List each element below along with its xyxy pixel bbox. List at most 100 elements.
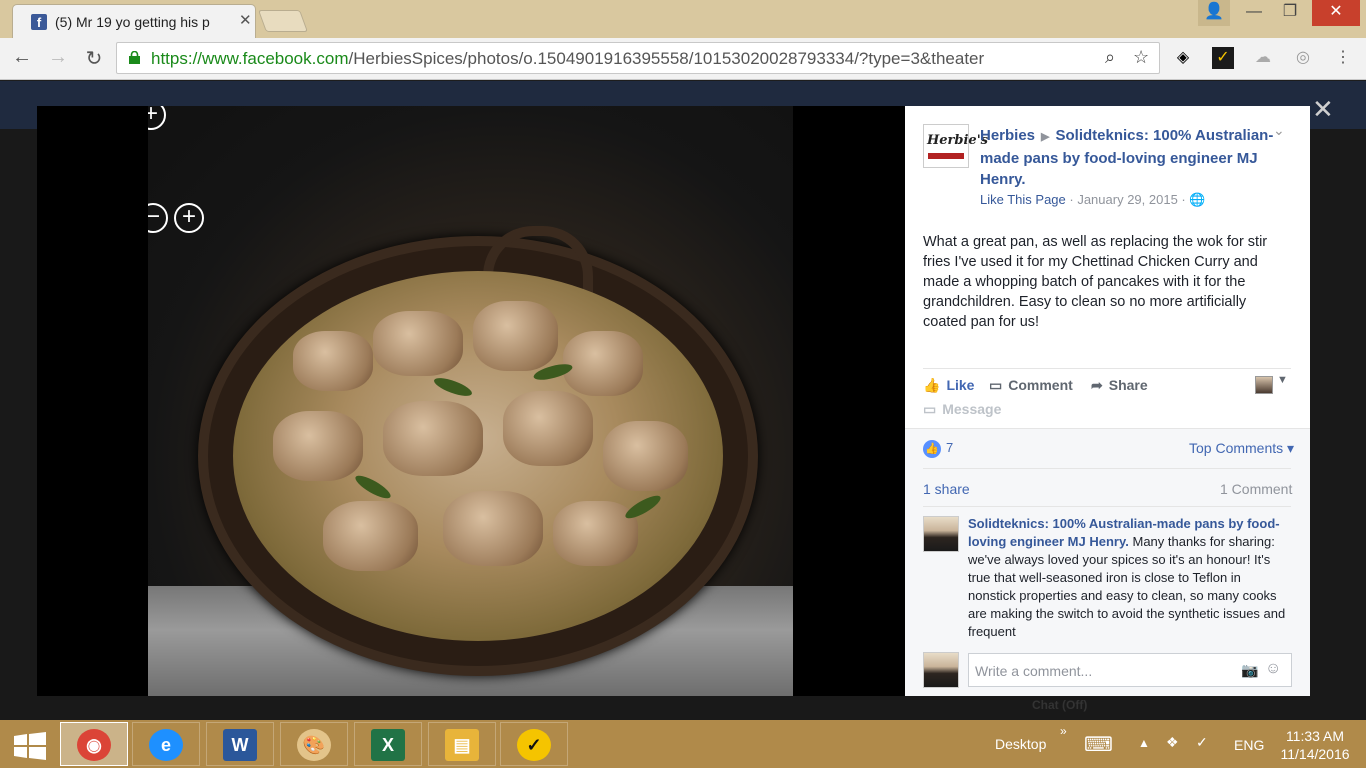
chicken-curry bbox=[233, 271, 723, 641]
user-profile-icon[interactable]: 👤 bbox=[1198, 0, 1230, 26]
share-button[interactable]: ➦ Share bbox=[1091, 377, 1148, 394]
back-arrow-icon[interactable]: ← bbox=[10, 46, 34, 69]
comment-label: Comment bbox=[1008, 377, 1073, 393]
post-header-title: Herbies ▶ Solidteknics: 100% Australian-ma… bbox=[980, 125, 1280, 190]
emoji-icon[interactable]: ☺ bbox=[1265, 660, 1281, 678]
chat-status[interactable]: Chat (Off) bbox=[1032, 698, 1087, 712]
post-body-text: What a great pan, as well as replacing t… bbox=[923, 234, 1268, 330]
logo-text: Herbie's bbox=[927, 133, 989, 148]
page-name-link[interactable]: Herbies bbox=[980, 127, 1035, 144]
chicken-piece bbox=[273, 411, 363, 481]
url-text: https://www.facebook.com/HerbiesSpices/p… bbox=[151, 49, 984, 69]
share-arrow-icon: ➦ bbox=[1091, 377, 1103, 393]
zoom-in-icon[interactable]: + bbox=[174, 203, 204, 233]
taskbar-excel[interactable]: X bbox=[354, 722, 422, 766]
chicken-piece bbox=[603, 421, 688, 491]
taskbar-internet-explorer[interactable]: e bbox=[132, 722, 200, 766]
curry-leaf bbox=[432, 374, 474, 400]
globe-icon: 🌐 bbox=[1189, 192, 1206, 207]
chicken-piece bbox=[443, 491, 543, 566]
curry-leaf bbox=[352, 471, 394, 503]
chicken-piece bbox=[323, 501, 418, 571]
page-avatar-logo[interactable]: Herbie's bbox=[923, 124, 988, 168]
minimize-button[interactable]: — bbox=[1236, 0, 1272, 26]
like-button[interactable]: 👍 Like bbox=[923, 377, 974, 394]
chicken-piece bbox=[293, 331, 373, 391]
browser-tab-active[interactable]: f (5) Mr 19 yo getting his p ✕ bbox=[12, 4, 256, 38]
comments-count[interactable]: 1 Comment bbox=[1220, 481, 1292, 497]
comment-bubble-icon: ▭ bbox=[989, 377, 1003, 393]
windows-taskbar: ◉ e W 🎨 X ▤ ✓ Desktop » ⌨ ▲ ❖ ✓ ENG 11:3… bbox=[0, 720, 1366, 768]
message-icon: ▭ bbox=[923, 401, 937, 417]
address-bar[interactable]: https://www.facebook.com/HerbiesSpices/p… bbox=[116, 42, 1160, 74]
post-meta: Like This Page · January 29, 2015 · 🌐 bbox=[980, 192, 1206, 208]
top-comments-dropdown[interactable]: Top Comments ▾ bbox=[1189, 440, 1294, 457]
post-details-panel: Herbie's Herbies ▶ Solidteknics: 100% Aust… bbox=[905, 106, 1310, 696]
norton-extension-icon[interactable]: ✓ bbox=[1212, 47, 1234, 69]
menu-dots-icon[interactable]: ⋮ bbox=[1332, 47, 1354, 69]
zoom-in-icon[interactable]: + bbox=[148, 106, 166, 130]
message-label: Message bbox=[942, 401, 1002, 417]
close-theater-icon[interactable]: ✕ bbox=[1312, 94, 1334, 125]
reload-icon[interactable]: ↻ bbox=[82, 46, 106, 71]
taskbar-paint[interactable]: 🎨 bbox=[280, 722, 348, 766]
clock-time: 11:33 AM bbox=[1285, 728, 1345, 744]
dropbox-icon[interactable]: ❖ bbox=[1166, 734, 1179, 751]
close-window-button[interactable]: ✕ bbox=[1312, 0, 1360, 26]
chevron-double-icon[interactable]: » bbox=[1060, 724, 1067, 738]
desktop-toolbar-label[interactable]: Desktop bbox=[995, 736, 1046, 752]
windows-start-icon[interactable] bbox=[14, 732, 46, 760]
comment-input[interactable]: Write a comment... 📷 ☺ bbox=[968, 653, 1292, 687]
comment-item: Solidteknics: 100% Australian-made pans … bbox=[968, 515, 1288, 641]
likes-count[interactable]: 7 bbox=[946, 440, 953, 455]
chevron-down-icon[interactable]: ⌄ bbox=[1273, 122, 1285, 139]
browser-toolbar: ← → ↻ https://www.facebook.com/HerbiesSp… bbox=[0, 38, 1366, 80]
restore-button[interactable]: ❐ bbox=[1272, 0, 1308, 26]
like-label: Like bbox=[946, 377, 975, 393]
forward-arrow-icon[interactable]: → bbox=[46, 46, 70, 69]
bookmark-star-icon[interactable]: ☆ bbox=[1133, 47, 1149, 68]
taskbar-norton[interactable]: ✓ bbox=[500, 722, 568, 766]
tray-expand-icon[interactable]: ▲ bbox=[1138, 736, 1150, 750]
curry-leaf bbox=[622, 491, 664, 523]
shares-link[interactable]: 1 share bbox=[923, 481, 970, 497]
comment-button[interactable]: ▭ Comment bbox=[989, 377, 1073, 394]
message-button[interactable]: ▭ Message bbox=[923, 401, 1001, 418]
caret-down-icon[interactable]: ▼ bbox=[1277, 374, 1288, 386]
lock-icon bbox=[129, 51, 140, 64]
taskbar-word[interactable]: W bbox=[206, 722, 274, 766]
taskbar-file-explorer[interactable]: ▤ bbox=[428, 722, 496, 766]
divider bbox=[923, 368, 1291, 369]
commenter-avatar[interactable] bbox=[923, 516, 959, 552]
cloud-extension-icon[interactable]: ☁ bbox=[1252, 47, 1274, 69]
folder-icon: ▤ bbox=[445, 729, 479, 761]
chicken-piece bbox=[553, 501, 638, 566]
search-icon[interactable]: ⌕ bbox=[1105, 47, 1115, 68]
url-path: /HerbiesSpices/photos/o.1504901916395558… bbox=[348, 49, 985, 68]
new-tab-button[interactable] bbox=[257, 10, 309, 32]
circle-extension-icon[interactable]: ◎ bbox=[1292, 47, 1314, 69]
camera-icon[interactable]: 📷 bbox=[1241, 662, 1258, 679]
chicken-piece bbox=[563, 331, 643, 396]
current-user-avatar bbox=[923, 652, 959, 688]
system-clock[interactable]: 11:33 AM 11/14/2016 bbox=[1272, 727, 1358, 763]
like-page-link[interactable]: Like This Page bbox=[980, 192, 1066, 207]
norton-tray-icon[interactable]: ✓ bbox=[1196, 734, 1208, 751]
zoom-out-icon[interactable]: − bbox=[148, 203, 168, 233]
profile-avatar-small[interactable] bbox=[1255, 376, 1273, 394]
tab-close-icon[interactable]: ✕ bbox=[239, 11, 252, 29]
clock-date: 11/14/2016 bbox=[1280, 746, 1350, 762]
language-indicator[interactable]: ENG bbox=[1234, 737, 1264, 753]
chrome-icon: ◉ bbox=[77, 729, 111, 761]
layers-extension-icon[interactable]: ◈ bbox=[1172, 47, 1194, 69]
taskbar-chrome[interactable]: ◉ bbox=[60, 722, 128, 766]
meta-separator: · bbox=[1065, 192, 1078, 207]
word-icon: W bbox=[223, 729, 257, 761]
top-comments-label: Top Comments bbox=[1189, 440, 1284, 456]
comment-placeholder: Write a comment... bbox=[975, 663, 1093, 679]
arrow-right-icon: ▶ bbox=[1041, 131, 1050, 143]
post-date[interactable]: January 29, 2015 bbox=[1077, 192, 1177, 207]
keyboard-icon[interactable]: ⌨ bbox=[1084, 732, 1113, 757]
divider bbox=[905, 428, 1310, 429]
chicken-piece bbox=[383, 401, 483, 476]
